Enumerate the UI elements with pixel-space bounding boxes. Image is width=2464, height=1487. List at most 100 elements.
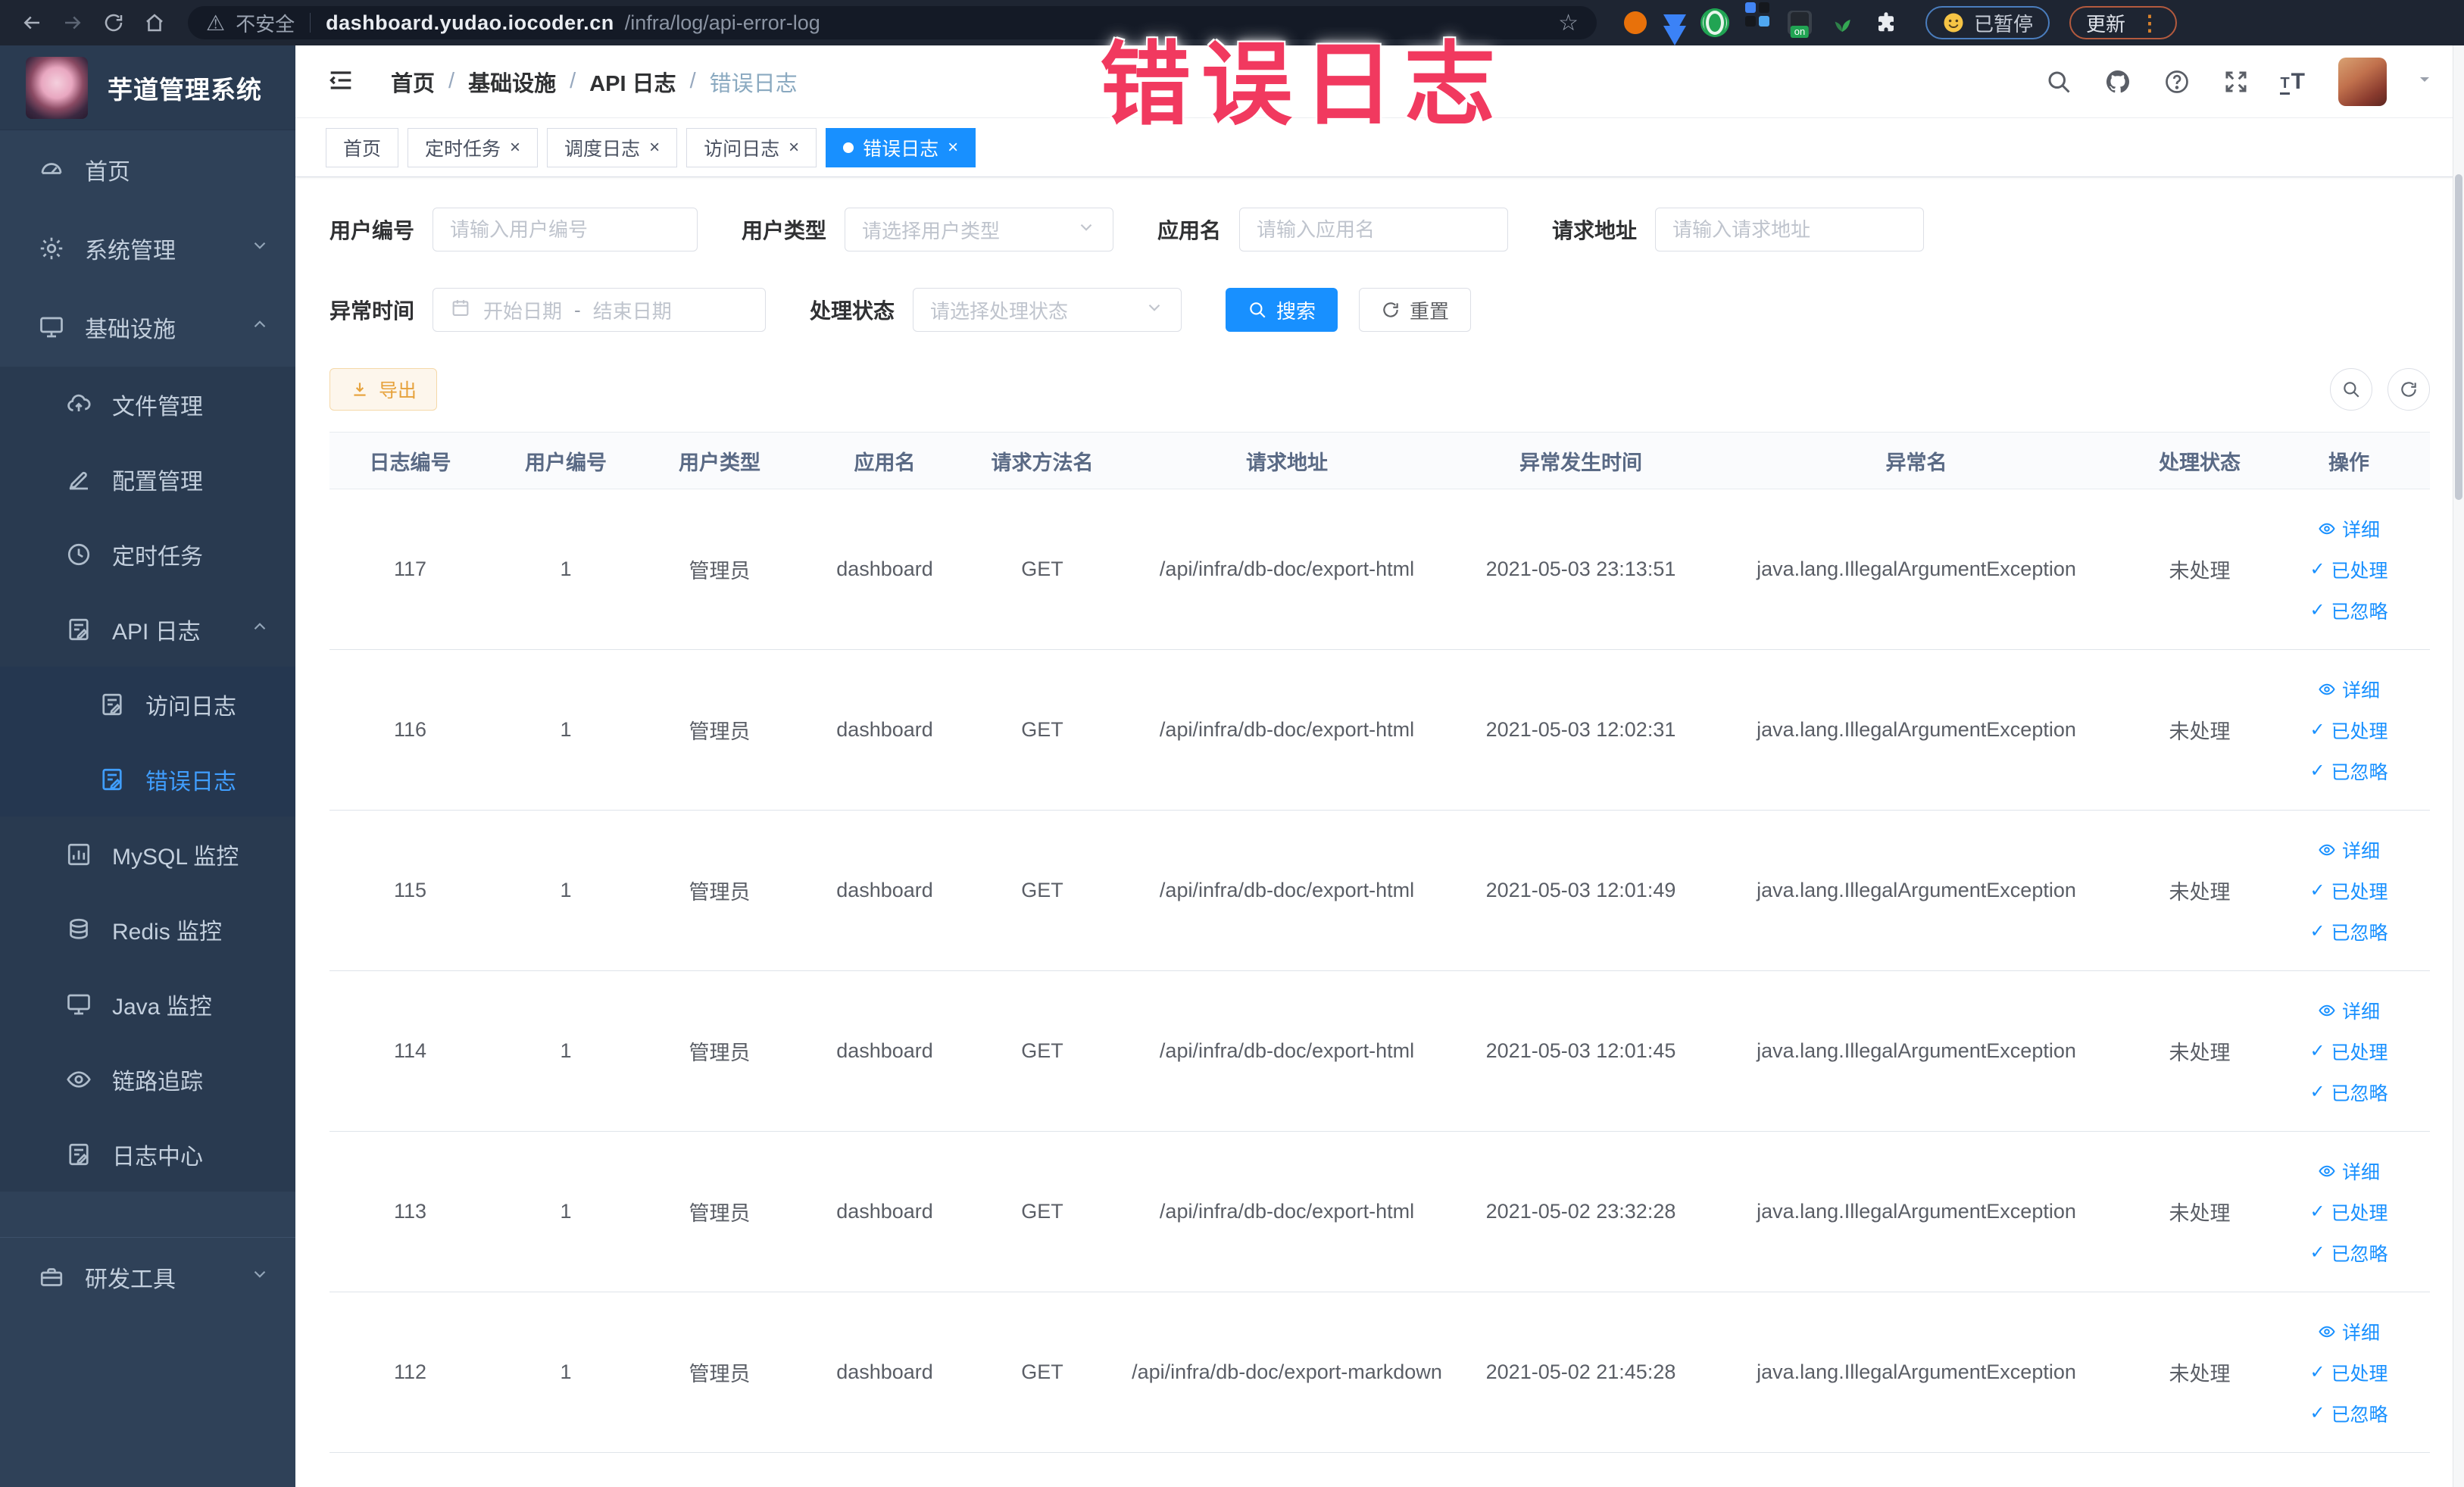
sidebar-item-文件管理[interactable]: 文件管理 bbox=[0, 367, 295, 442]
column-header-请求方法名: 请求方法名 bbox=[991, 451, 1094, 474]
sidebar-item-研发工具[interactable]: 研发工具 bbox=[0, 1237, 295, 1316]
action-已处理[interactable]: ✓ 已处理 bbox=[2309, 1038, 2387, 1065]
table-cell: 1 bbox=[560, 558, 572, 580]
tab-首页[interactable]: 首页 bbox=[326, 127, 399, 167]
font-size-icon[interactable]: TT bbox=[2280, 69, 2305, 95]
sidebar-item-日志中心[interactable]: 日志中心 bbox=[0, 1117, 295, 1192]
export-button[interactable]: 导出 bbox=[329, 368, 438, 411]
tab-调度日志[interactable]: 调度日志 × bbox=[547, 127, 678, 167]
action-已忽略[interactable]: ✓ 已忽略 bbox=[2309, 1400, 2387, 1427]
start-date-placeholder: 开始日期 bbox=[483, 299, 563, 323]
avatar-caret-icon[interactable] bbox=[2416, 70, 2434, 92]
sidebar-fold-icon[interactable] bbox=[326, 65, 359, 98]
sidebar-item-访问日志[interactable]: 访问日志 bbox=[0, 667, 295, 742]
breadcrumb-item[interactable]: API 日志 bbox=[589, 66, 676, 98]
sidebar-item-系统管理[interactable]: 系统管理 bbox=[0, 209, 295, 288]
tab-错误日志[interactable]: 错误日志 × bbox=[826, 127, 976, 167]
browser-back-icon[interactable] bbox=[15, 6, 48, 39]
table-row: 113 1 管理员 dashboard GET/api/infra/db-doc/exp… bbox=[329, 1132, 2430, 1292]
sidebar-item-错误日志[interactable]: 错误日志 bbox=[0, 742, 295, 817]
check-icon: ✓ bbox=[2309, 1402, 2325, 1423]
action-详细[interactable]: 详细 bbox=[2318, 997, 2380, 1024]
action-已处理[interactable]: ✓ 已处理 bbox=[2309, 1198, 2387, 1226]
sidebar-item-API 日志[interactable]: API 日志 bbox=[0, 592, 295, 667]
sidebar-item-Java 监控[interactable]: Java 监控 bbox=[0, 967, 295, 1042]
bookmark-star-icon[interactable]: ☆ bbox=[1558, 10, 1579, 36]
tab-label: 调度日志 bbox=[564, 138, 641, 160]
sidebar-item-链路追踪[interactable]: 链路追踪 bbox=[0, 1042, 295, 1117]
cloud-icon bbox=[64, 389, 94, 420]
extension-orange-donut-icon[interactable] bbox=[1624, 11, 1647, 34]
close-tab-icon[interactable]: × bbox=[649, 138, 660, 157]
refresh-table-button[interactable] bbox=[2387, 368, 2430, 411]
action-详细[interactable]: 详细 bbox=[2318, 836, 2380, 864]
avatar[interactable] bbox=[2338, 57, 2387, 106]
action-已忽略[interactable]: ✓ 已忽略 bbox=[2309, 1079, 2387, 1106]
process-status-select[interactable]: 请选择处理状态 bbox=[913, 288, 1182, 332]
app-title: 芋道管理系统 bbox=[108, 75, 262, 104]
action-label: 已处理 bbox=[2331, 881, 2388, 903]
action-详细[interactable]: 详细 bbox=[2318, 676, 2380, 703]
page-scrollbar[interactable] bbox=[2453, 45, 2464, 1487]
extensions-puzzle-icon[interactable] bbox=[1872, 9, 1900, 36]
fullscreen-icon[interactable] bbox=[2221, 67, 2251, 97]
sidebar-item-Redis 监控[interactable]: Redis 监控 bbox=[0, 892, 295, 967]
extension-green-ring-icon[interactable] bbox=[1703, 11, 1727, 35]
paused-extension-badge[interactable]: 已暂停 bbox=[1925, 6, 2050, 39]
sidebar-item-基础设施[interactable]: 基础设施 bbox=[0, 288, 295, 367]
sidebar-logo[interactable]: 芋道管理系统 bbox=[0, 45, 295, 130]
sidebar-item-label: 配置管理 bbox=[112, 469, 203, 495]
action-已处理[interactable]: ✓ 已处理 bbox=[2309, 877, 2387, 904]
user-id-input[interactable] bbox=[433, 208, 698, 251]
action-label: 已处理 bbox=[2331, 1363, 2388, 1385]
browser-update-button[interactable]: 更新 ⋮ bbox=[2069, 6, 2178, 39]
action-已忽略[interactable]: ✓ 已忽略 bbox=[2309, 597, 2387, 624]
header-search-icon[interactable] bbox=[2044, 67, 2074, 97]
browser-forward-icon[interactable] bbox=[56, 6, 89, 39]
action-已处理[interactable]: ✓ 已处理 bbox=[2309, 1359, 2387, 1386]
tab-访问日志[interactable]: 访问日志 × bbox=[686, 127, 817, 167]
action-已处理[interactable]: ✓ 已处理 bbox=[2309, 717, 2387, 744]
reset-button[interactable]: 重置 bbox=[1359, 288, 1472, 332]
action-已忽略[interactable]: ✓ 已忽略 bbox=[2309, 758, 2387, 785]
extension-leaf-icon[interactable] bbox=[1828, 9, 1856, 36]
action-已忽略[interactable]: ✓ 已忽略 bbox=[2309, 1239, 2387, 1267]
screen: ⚠ 不安全 dashboard.yudao.iocoder.cn/infra/l… bbox=[0, 0, 2464, 1487]
browser-menu-icon[interactable]: ⋮ bbox=[2139, 11, 2160, 36]
sidebar-item-首页[interactable]: 首页 bbox=[0, 130, 295, 209]
tab-定时任务[interactable]: 定时任务 × bbox=[408, 127, 539, 167]
close-tab-icon[interactable]: × bbox=[948, 138, 958, 157]
help-icon[interactable] bbox=[2162, 67, 2192, 97]
table-cell: 管理员 bbox=[689, 1042, 751, 1064]
close-tab-icon[interactable]: × bbox=[789, 138, 799, 157]
date-separator: - bbox=[574, 298, 581, 321]
browser-home-icon[interactable] bbox=[138, 6, 171, 39]
sidebar-item-定时任务[interactable]: 定时任务 bbox=[0, 517, 295, 592]
sidebar-item-配置管理[interactable]: 配置管理 bbox=[0, 442, 295, 517]
process-status-placeholder: 请选择处理状态 bbox=[930, 299, 1069, 323]
action-详细[interactable]: 详细 bbox=[2318, 1157, 2380, 1185]
action-已忽略[interactable]: ✓ 已忽略 bbox=[2309, 918, 2387, 945]
breadcrumb-item[interactable]: 首页 bbox=[391, 66, 435, 98]
browser-reload-icon[interactable] bbox=[97, 6, 130, 39]
sidebar-item-label: API 日志 bbox=[112, 619, 201, 645]
extension-blue-shield-icon[interactable] bbox=[1663, 14, 1686, 45]
search-button[interactable]: 搜索 bbox=[1226, 288, 1338, 332]
github-icon[interactable] bbox=[2103, 67, 2133, 97]
download-icon bbox=[354, 383, 366, 396]
scrollbar-thumb[interactable] bbox=[2455, 174, 2462, 500]
user-type-select[interactable]: 请选择用户类型 bbox=[845, 208, 1114, 251]
extension-grid-icon[interactable] bbox=[1744, 2, 1771, 36]
app-name-input[interactable] bbox=[1239, 208, 1509, 251]
close-tab-icon[interactable]: × bbox=[510, 138, 520, 157]
breadcrumb-item[interactable]: 基础设施 bbox=[468, 66, 556, 98]
sidebar-item-MySQL 监控[interactable]: MySQL 监控 bbox=[0, 817, 295, 892]
exception-time-range-picker[interactable]: 开始日期 - 结束日期 bbox=[433, 288, 767, 332]
action-详细[interactable]: 详细 bbox=[2318, 515, 2380, 542]
toggle-search-button[interactable] bbox=[2330, 368, 2372, 411]
action-详细[interactable]: 详细 bbox=[2318, 1318, 2380, 1345]
action-已处理[interactable]: ✓ 已处理 bbox=[2309, 556, 2387, 583]
request-url-input[interactable] bbox=[1655, 208, 1925, 251]
row-actions: 详细 ✓ 已处理 ✓ 已忽略 bbox=[2268, 836, 2430, 945]
extension-dark-on-icon[interactable]: on bbox=[1788, 11, 1812, 38]
